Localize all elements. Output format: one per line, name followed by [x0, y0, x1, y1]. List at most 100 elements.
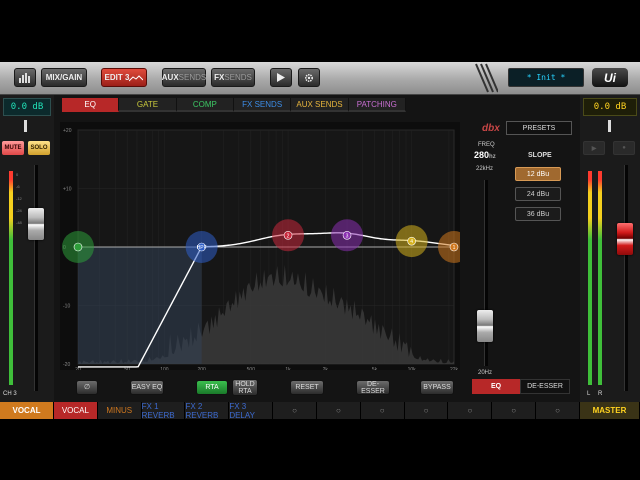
easy-eq-label: EASY EQ — [131, 384, 163, 391]
aux-sends-button[interactable]: AUX SENDS — [162, 68, 206, 87]
slope-24-button[interactable]: 24 dBu — [515, 187, 561, 201]
freq-fader[interactable] — [477, 310, 493, 343]
hold-rta-button[interactable]: HOLD RTA — [232, 379, 258, 396]
fx-label: FX — [214, 73, 225, 82]
x-tick-label: 100 — [160, 367, 169, 370]
channel-fader[interactable] — [28, 207, 44, 240]
eq-band-node[interactable]: 3 — [331, 219, 364, 252]
bottom-cell-label: ○ — [379, 406, 385, 415]
y-tick-label: -20 — [63, 362, 70, 368]
eq-band-node[interactable]: HPF — [185, 231, 218, 263]
channel-fader-track — [34, 165, 38, 391]
presets-button[interactable]: PRESETS — [506, 121, 572, 135]
freq-unit: hz — [489, 154, 496, 160]
phase-invert-button[interactable]: ∅ — [76, 380, 98, 395]
bottom-cell-label: ○ — [467, 406, 473, 415]
tab-patching[interactable]: PATCHING — [348, 98, 406, 112]
eq-mode-tab[interactable]: EQ — [472, 379, 520, 394]
meter-scale: 0 -6 -12 -24 -48 — [16, 172, 22, 225]
bottom-master-name[interactable]: MASTER — [580, 402, 640, 419]
bottom-channel-name[interactable]: VOCAL — [0, 402, 54, 419]
bottom-cell[interactable]: FX 2 REVERB — [185, 402, 230, 420]
pan-indicator[interactable] — [24, 120, 27, 132]
eq-band-node[interactable]: 2 — [272, 219, 305, 252]
meter-r-label: R — [598, 391, 603, 397]
x-tick-label: 200 — [197, 367, 206, 370]
tab-label: FX SENDS — [242, 99, 283, 109]
bottom-cell[interactable]: VOCAL — [54, 402, 98, 419]
hold-rta-label: RTA — [238, 387, 252, 395]
x-tick-label: 2k — [323, 367, 329, 370]
eq-band-label: 4 — [410, 239, 413, 245]
hold-label: HOLD — [235, 380, 255, 388]
y-tick-label: +10 — [63, 187, 72, 193]
edit-button[interactable]: EDIT 3 — [101, 68, 147, 87]
mute-button[interactable]: MUTE — [2, 141, 24, 155]
de-esser-button[interactable]: DE-ESSER — [356, 380, 390, 395]
bottom-channel-label: VOCAL — [12, 406, 41, 415]
tab-label: GATE — [136, 99, 159, 109]
bottom-cell[interactable]: ○ — [404, 402, 449, 419]
master-meter-l — [588, 171, 592, 385]
dbx-logo: dbx — [482, 123, 500, 134]
bottom-cell[interactable]: FX 1 REVERB — [141, 402, 186, 420]
bottom-cell[interactable]: ○ — [316, 402, 361, 419]
gear-icon[interactable] — [298, 68, 320, 87]
y-tick-label: +20 — [63, 128, 72, 134]
aux-label: AUX — [161, 73, 179, 82]
slope-36-button[interactable]: 36 dBu — [515, 207, 561, 221]
easy-eq-button[interactable]: EASY EQ — [130, 380, 164, 395]
bottom-cells: VOCAL MINUS FX 1 REVERB FX 2 REVERB FX 3 DEL… — [54, 401, 580, 420]
eq-band-label: 3 — [346, 233, 349, 239]
channel-label: CH 3 — [3, 391, 17, 397]
master-db-readout: 0.0 dB — [583, 98, 637, 116]
eq-graph[interactable]: +20+100-10-2020501002005001k2k5k10k22kHP… — [60, 122, 460, 370]
bottom-cell-label: MINUS — [106, 406, 133, 415]
reset-button[interactable]: RESET — [290, 380, 324, 395]
de-esser-label: DE-ESSER — [361, 380, 385, 395]
master-record-icon[interactable]: ● — [613, 141, 635, 155]
bottom-cell[interactable]: ○ — [360, 402, 405, 419]
x-tick-label: 1k — [285, 367, 291, 370]
bottom-cell[interactable]: ○ — [448, 402, 493, 419]
channel-db-readout: 0.0 dB — [3, 98, 51, 116]
master-play-icon[interactable]: ▶ — [583, 141, 605, 155]
bottom-cell[interactable]: ○ — [273, 402, 317, 419]
scene-display[interactable]: * Init * — [508, 68, 584, 87]
eq-band-node[interactable]: 4 — [395, 225, 428, 258]
tab-fx-sends[interactable]: FX SENDS — [233, 98, 292, 112]
mix-gain-button[interactable]: MIX/GAIN — [41, 68, 87, 87]
solo-button[interactable]: SOLO — [28, 141, 50, 155]
phase-label: ∅ — [83, 384, 91, 391]
de-esser-mode-tab[interactable]: DE-ESSER — [520, 379, 570, 394]
slope-12-button[interactable]: 12 dBu — [515, 167, 561, 181]
freq-label: FREQ — [478, 142, 495, 148]
tab-comp[interactable]: COMP — [176, 98, 234, 112]
fx-sends-button[interactable]: FX SENDS — [211, 68, 255, 87]
bypass-button[interactable]: BYPASS — [420, 380, 454, 395]
de-esser-mode-label: DE-ESSER — [527, 383, 563, 390]
rta-button[interactable]: RTA — [196, 380, 228, 395]
tab-aux-sends[interactable]: AUX SENDS — [291, 98, 349, 112]
master-fader-track — [624, 165, 628, 391]
bottom-cell[interactable]: FX 3 DELAY — [229, 401, 274, 420]
tab-eq[interactable]: EQ — [62, 98, 120, 112]
bottom-cell[interactable]: MINUS — [97, 402, 142, 419]
freq-min-label: 20Hz — [478, 370, 493, 376]
master-fader[interactable] — [617, 223, 633, 256]
tab-gate[interactable]: GATE — [119, 98, 177, 112]
tab-label: EQ — [84, 99, 96, 109]
edit-label: EDIT — [104, 73, 123, 82]
master-pan-indicator[interactable] — [608, 120, 611, 132]
tab-label: COMP — [192, 99, 217, 109]
hpf-region — [78, 247, 202, 364]
bottom-cell-label: FX 3 DELAY — [229, 401, 255, 420]
eq-band-node[interactable] — [62, 231, 94, 263]
play-icon[interactable] — [270, 68, 292, 87]
eq-band-label: 1 — [453, 245, 456, 251]
bottom-cell[interactable]: ○ — [492, 402, 537, 419]
level-meter-icon[interactable] — [14, 68, 36, 87]
bottom-cell[interactable]: ○ — [536, 402, 580, 419]
decorative-stripes — [475, 63, 498, 93]
bottom-cell-label: ○ — [423, 406, 429, 415]
